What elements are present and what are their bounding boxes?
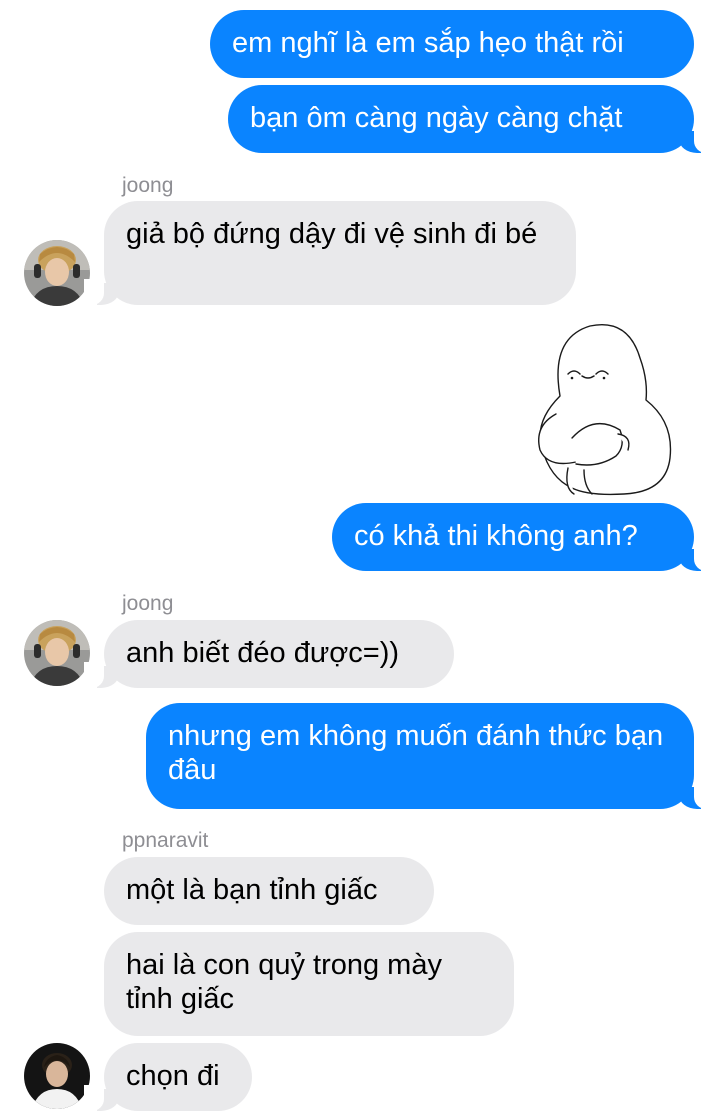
avatar[interactable] [24,240,90,306]
message-text: hai là con quỷ trong mày tỉnh giấc [126,949,442,1015]
message-text: bạn ôm càng ngày càng chặt [250,102,623,134]
avatar[interactable] [24,1043,90,1109]
message-text: nhưng em không muốn đánh thức bạn đâu [168,720,664,786]
avatar-joong-icon [24,240,90,306]
message-text: em nghĩ là em sắp hẹo thật rồi [232,27,624,59]
avatar[interactable] [24,620,90,686]
message-text: chọn đi [126,1060,220,1092]
sender-name: ppnaravit [122,829,209,852]
message-text: giả bộ đứng dậy đi vệ sinh đi bé [126,218,538,250]
message-text: một là bạn tỉnh giấc [126,874,378,906]
incoming-message[interactable]: giả bộ đứng dậy đi vệ sinh đi bé [84,201,576,305]
sender-name: joong [122,174,174,197]
chat-thread: em nghĩ là em sắp hẹo thật rồi bạn ôm cà… [0,0,720,1116]
incoming-message[interactable]: chọn đi [84,1043,252,1111]
avatar-ppnaravit-icon [24,1043,90,1109]
hugging-knees-blob-sticker-icon [538,324,672,496]
sender-name: joong [122,592,174,615]
message-text: có khả thi không anh? [354,520,638,552]
outgoing-message[interactable]: bạn ôm càng ngày càng chặt [228,85,714,153]
avatar-joong-icon [24,620,90,686]
outgoing-message[interactable]: có khả thi không anh? [332,503,714,571]
sticker[interactable] [528,318,680,498]
outgoing-message[interactable]: em nghĩ là em sắp hẹo thật rồi [210,10,694,78]
incoming-message[interactable]: một là bạn tỉnh giấc [104,857,434,925]
outgoing-message[interactable]: nhưng em không muốn đánh thức bạn đâu [146,703,714,809]
message-text: anh biết đéo được=)) [126,637,400,669]
incoming-message[interactable]: anh biết đéo được=)) [84,620,454,688]
incoming-message[interactable]: hai là con quỷ trong mày tỉnh giấc [104,932,514,1036]
